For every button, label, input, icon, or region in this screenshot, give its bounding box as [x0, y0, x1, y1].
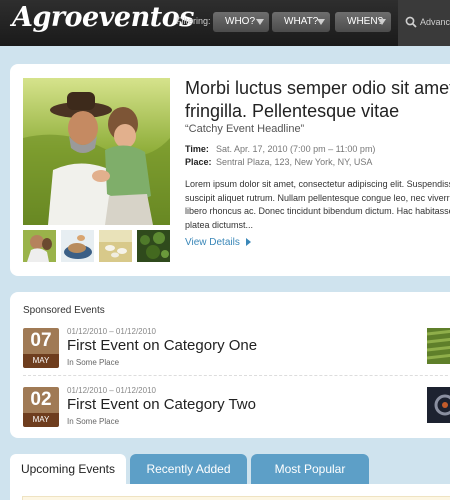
date-month: MAY [23, 413, 59, 427]
sponsored-event-item[interactable]: 02 MAY 01/12/2010 – 01/12/2010 First Eve… [23, 386, 450, 429]
chevron-down-icon [256, 19, 264, 25]
filter-who-label: WHO? [225, 16, 255, 27]
filter-label: Filtering: [176, 16, 211, 26]
chevron-down-icon [317, 19, 325, 25]
event-date-range: 01/12/2010 – 01/12/2010 [67, 386, 156, 395]
tab-panel-content [22, 496, 450, 500]
tab-upcoming-events[interactable]: Upcoming Events [10, 454, 126, 488]
time-label: Time: [185, 144, 209, 154]
row-divider [23, 375, 450, 376]
sponsored-events-heading: Sponsored Events [23, 305, 105, 316]
advanced-search[interactable]: Advanced [398, 0, 450, 46]
date-badge: 02 MAY [23, 387, 59, 427]
filter-when-dropdown[interactable]: WHEN? [335, 12, 391, 32]
event-name-link[interactable]: First Event on Category Two [67, 396, 256, 413]
view-details-link[interactable]: View Details [185, 237, 251, 248]
chevron-down-icon [378, 19, 386, 25]
event-time-row: Time: Sat. Apr. 17, 2010 (7:00 pm – 11:00… [185, 144, 375, 154]
date-day: 02 [23, 387, 59, 413]
time-value: Sat. Apr. 17, 2010 (7:00 pm – 11:00 pm) [216, 144, 376, 154]
top-header: Agroeventos Filtering: WHO? WHAT? WHEN? … [0, 0, 450, 46]
filter-what-label: WHAT? [284, 16, 319, 27]
event-thumbnail[interactable] [427, 387, 450, 423]
filter-what-dropdown[interactable]: WHAT? [272, 12, 330, 32]
view-details-label: View Details [185, 237, 240, 248]
event-place: In Some Place [67, 358, 120, 367]
chevron-right-icon [245, 238, 251, 247]
event-place: In Some Place [67, 417, 120, 426]
advanced-search-label: Advanced [420, 17, 450, 27]
featured-event-description: Lorem ipsum dolor sit amet, consectetur … [185, 179, 450, 230]
gallery-thumbnail[interactable] [99, 230, 132, 262]
tab-most-popular[interactable]: Most Popular [251, 454, 369, 488]
gallery-thumbnail[interactable] [137, 230, 170, 262]
event-date-range: 01/12/2010 – 01/12/2010 [67, 327, 156, 336]
date-month: MAY [23, 354, 59, 368]
date-day: 07 [23, 328, 59, 354]
gallery-thumbnail[interactable] [61, 230, 94, 262]
event-place-row: Place: Sentral Plaza, 123, New York, NY, … [185, 157, 372, 167]
sponsored-events-card: Sponsored Events 07 MAY 01/12/2010 – 01/… [10, 292, 450, 438]
gallery-thumbnail[interactable] [23, 230, 56, 262]
featured-event-subtitle: “Catchy Event Headline” [185, 123, 305, 135]
date-badge: 07 MAY [23, 328, 59, 368]
event-thumbnail[interactable] [427, 328, 450, 364]
place-value: Sentral Plaza, 123, New York, NY, USA [216, 157, 373, 167]
event-name-link[interactable]: First Event on Category One [67, 337, 257, 354]
tab-panel [10, 484, 450, 500]
featured-event-card: Morbi luctus semper odio sit amet fringi… [10, 64, 450, 276]
tab-recently-added[interactable]: Recently Added [130, 454, 247, 488]
featured-event-photo[interactable] [23, 78, 170, 225]
search-icon [405, 16, 417, 28]
site-logo[interactable]: Agroeventos [12, 2, 194, 33]
sponsored-event-item[interactable]: 07 MAY 01/12/2010 – 01/12/2010 First Eve… [23, 327, 450, 370]
featured-event-title[interactable]: Morbi luctus semper odio sit amet fringi… [185, 77, 450, 123]
place-label: Place: [185, 157, 212, 167]
filter-who-dropdown[interactable]: WHO? [213, 12, 269, 32]
